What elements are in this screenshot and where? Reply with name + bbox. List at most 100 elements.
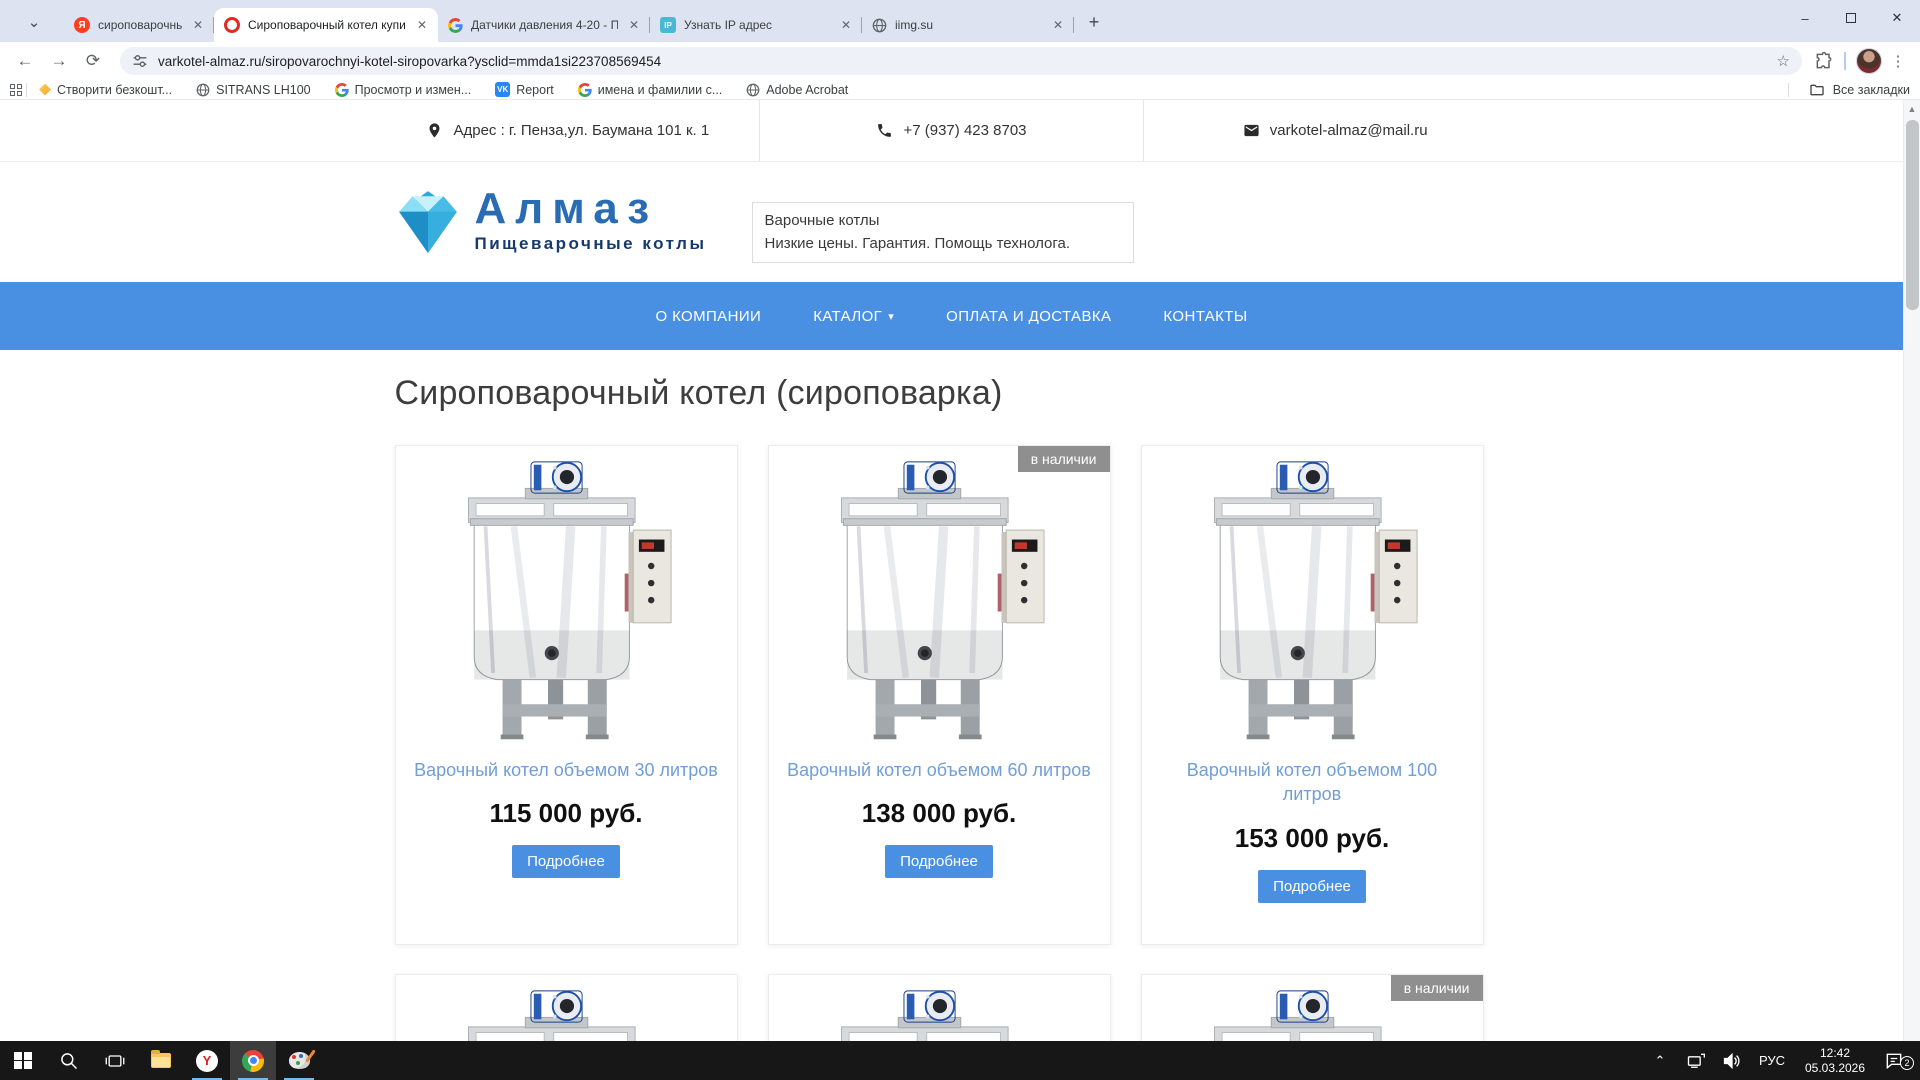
bookmarks-separator [26, 83, 27, 97]
taskbar-clock[interactable]: 12:42 05.03.2026 [1796, 1046, 1874, 1076]
apps-grid-icon[interactable] [10, 84, 22, 96]
product-title-link[interactable]: Варочный котел объемом 30 литров [412, 758, 721, 782]
main-navigation: О КОМПАНИИ КАТАЛОГ▾ ОПЛАТА И ДОСТАВКА КО… [0, 282, 1903, 350]
volume-tray-icon[interactable] [1716, 1051, 1748, 1071]
page-scrollbar[interactable]: ▲ [1903, 100, 1920, 1041]
browser-tab-5[interactable]: iimg.su ✕ [862, 8, 1074, 42]
tab-close-icon[interactable]: ✕ [1050, 17, 1066, 33]
profile-avatar[interactable] [1856, 48, 1882, 74]
tab-close-icon[interactable]: ✕ [626, 17, 642, 33]
site-logo[interactable]: Алмаз Пищеварочные котлы [395, 186, 707, 258]
stock-badge: в наличии [1018, 446, 1110, 472]
site-settings-icon[interactable] [132, 53, 148, 69]
close-button[interactable]: ✕ [1874, 0, 1920, 36]
toolbar-separator [1844, 52, 1846, 70]
reload-button[interactable]: ⟳ [78, 51, 108, 71]
nav-payment-delivery[interactable]: ОПЛАТА И ДОСТАВКА [946, 308, 1111, 325]
nav-about[interactable]: О КОМПАНИИ [655, 308, 761, 325]
action-center-button[interactable]: 2 [1878, 1051, 1910, 1071]
vk-icon: VK [495, 82, 510, 97]
product-title-link[interactable]: Варочный котел объемом 100 литров [1158, 758, 1467, 807]
bookmark-item[interactable]: Створити безкошт... [39, 83, 172, 97]
yandex-browser-button[interactable]: Y [184, 1041, 230, 1080]
restore-button[interactable] [1828, 0, 1874, 36]
yandex-browser-icon: Y [196, 1050, 218, 1072]
phone-text[interactable]: +7 (937) 423 8703 [903, 122, 1026, 139]
bookmark-item[interactable]: Просмотр и измен... [335, 83, 472, 97]
browser-tab-1[interactable]: Я сироповарочный котел алмаз ✕ [64, 8, 214, 42]
yandex-icon: Я [74, 17, 90, 33]
url-text[interactable]: varkotel-almaz.ru/siropovarochnyi-kotel-… [158, 54, 1767, 69]
product-image[interactable] [785, 989, 1094, 1041]
bookmark-item[interactable]: имена и фамилии с... [578, 83, 723, 97]
system-tray: ⌃ РУС 12:42 05.03.2026 2 [1644, 1041, 1920, 1080]
network-icon [1686, 1051, 1706, 1071]
extensions-icon[interactable] [1814, 51, 1834, 71]
phone-icon [876, 122, 893, 139]
bookmark-item[interactable]: VKReport [495, 82, 554, 97]
scroll-up-arrow[interactable]: ▲ [1904, 100, 1920, 114]
taskbar-search-button[interactable] [46, 1041, 92, 1080]
bookmark-star-icon[interactable]: ☆ [1777, 52, 1790, 70]
tab-title: сироповарочный котел алмаз [98, 18, 182, 32]
email-text[interactable]: varkotel-almaz@mail.ru [1270, 122, 1428, 139]
logo-name: Алмаз [475, 186, 707, 232]
product-price: 115 000 руб. [412, 798, 721, 829]
tab-title: Узнать IP адрес [684, 18, 830, 32]
bookmark-item[interactable]: SITRANS LH100 [196, 83, 310, 97]
product-image[interactable] [412, 460, 721, 744]
product-card-partial: в наличии [1141, 974, 1484, 1041]
details-button[interactable]: Подробнее [885, 845, 993, 878]
address-block: Адрес : г. Пенза,ул. Баумана 101 к. 1 [377, 100, 760, 161]
webpage-viewport: Адрес : г. Пенза,ул. Баумана 101 к. 1 +7… [0, 100, 1903, 1041]
chrome-button[interactable] [230, 1041, 276, 1080]
site-ring-icon [224, 17, 240, 33]
tab-search-button[interactable]: ⌄ [12, 7, 56, 37]
contact-info-bar: Адрес : г. Пенза,ул. Баумана 101 к. 1 +7… [0, 100, 1903, 162]
forward-button[interactable]: → [44, 51, 74, 71]
notification-count-badge: 2 [1900, 1056, 1914, 1070]
tab-close-icon[interactable]: ✕ [414, 17, 430, 33]
minimize-button[interactable]: – [1782, 0, 1828, 36]
start-button[interactable] [0, 1041, 46, 1080]
nav-contacts[interactable]: КОНТАКТЫ [1163, 308, 1247, 325]
product-image[interactable] [785, 460, 1094, 744]
tab-close-icon[interactable]: ✕ [838, 17, 854, 33]
tray-expand-button[interactable]: ⌃ [1644, 1053, 1676, 1069]
new-tab-button[interactable]: + [1080, 8, 1108, 36]
google-icon [578, 83, 592, 97]
product-image[interactable] [412, 989, 721, 1041]
language-indicator[interactable]: РУС [1752, 1053, 1792, 1068]
diamond-icon [39, 84, 51, 96]
task-view-button[interactable] [92, 1041, 138, 1080]
product-image[interactable] [1158, 460, 1467, 744]
browser-tab-4[interactable]: IP Узнать IP адрес ✕ [650, 8, 862, 42]
browser-tab-2-active[interactable]: Сироповарочный котел купит ✕ [214, 8, 438, 42]
chrome-icon [242, 1050, 264, 1072]
restore-icon [1846, 13, 1856, 23]
nav-catalog[interactable]: КАТАЛОГ▾ [813, 308, 894, 325]
bookmark-item[interactable]: Adobe Acrobat [746, 83, 848, 97]
paint-button[interactable] [276, 1041, 322, 1080]
network-tray-icon[interactable] [1680, 1051, 1712, 1071]
tab-title: iimg.su [895, 18, 1042, 32]
product-title-link[interactable]: Варочный котел объемом 60 литров [785, 758, 1094, 782]
product-card: Варочный котел объемом 100 литров 153 00… [1141, 445, 1484, 945]
product-card: Варочный котел объемом 30 литров 115 000… [395, 445, 738, 945]
file-explorer-button[interactable] [138, 1041, 184, 1080]
details-button[interactable]: Подробнее [1258, 870, 1366, 903]
product-price: 138 000 руб. [785, 798, 1094, 829]
back-button[interactable]: ← [10, 51, 40, 71]
browser-menu-button[interactable]: ⋮ [1886, 52, 1910, 70]
task-view-icon [105, 1051, 125, 1071]
scrollbar-thumb[interactable] [1906, 120, 1919, 310]
browser-toolbar: ← → ⟳ varkotel-almaz.ru/siropovarochnyi-… [0, 42, 1920, 80]
email-block: varkotel-almaz@mail.ru [1143, 100, 1527, 161]
google-icon [335, 83, 349, 97]
address-bar[interactable]: varkotel-almaz.ru/siropovarochnyi-kotel-… [120, 47, 1802, 75]
tab-close-icon[interactable]: ✕ [190, 17, 206, 33]
all-bookmarks-button[interactable]: Все закладки [1784, 82, 1910, 98]
details-button[interactable]: Подробнее [512, 845, 620, 878]
folder-icon [1809, 82, 1825, 98]
browser-tab-3[interactable]: Датчики давления 4-20 - Поис ✕ [438, 8, 650, 42]
